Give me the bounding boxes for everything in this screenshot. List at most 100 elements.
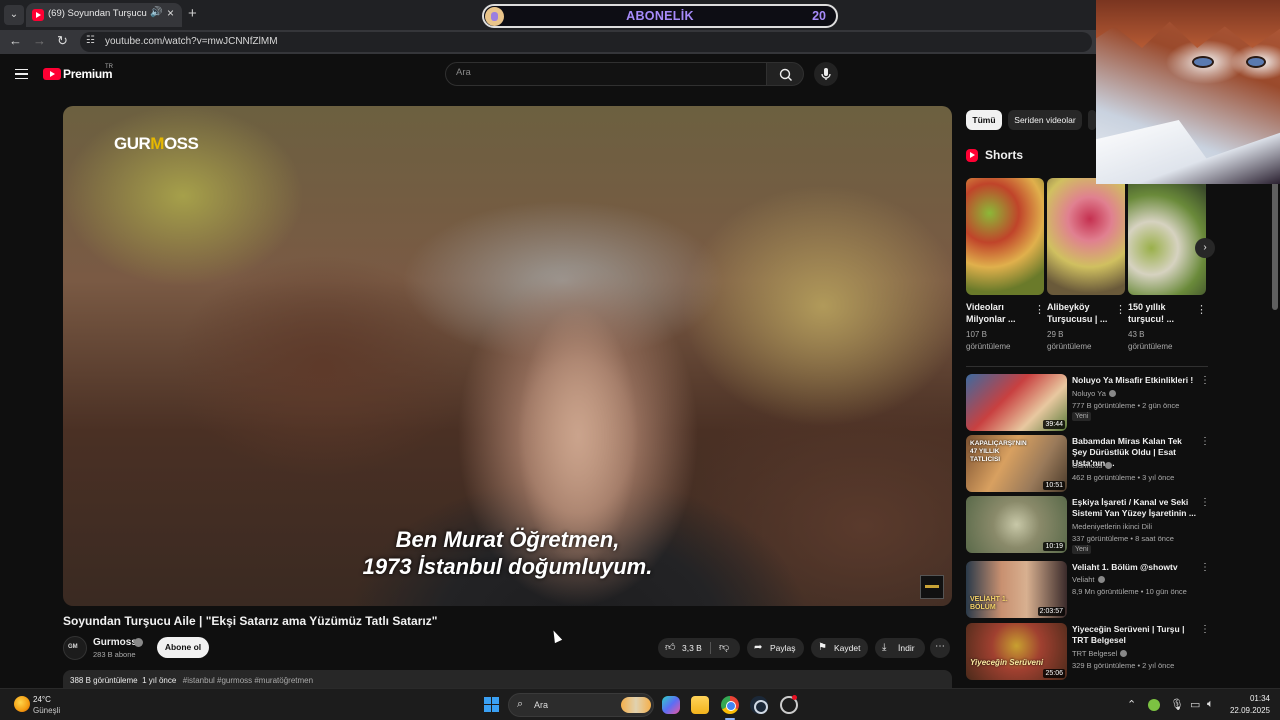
short-thumbnail[interactable] bbox=[1047, 178, 1125, 295]
video-title[interactable]: Yiyeceğin Serüveni | Turşu | TRT Belgese… bbox=[1072, 624, 1198, 646]
channel-name[interactable]: Noluyo Ya bbox=[1072, 389, 1116, 398]
search-input[interactable] bbox=[456, 67, 756, 78]
list-item[interactable]: Yiyeceğin Serüveni 25:06 Yiyeceğin Serüv… bbox=[966, 623, 1210, 681]
list-item[interactable]: 10:19 Eşkiya İşareti / Kanal ve Seki Sis… bbox=[966, 496, 1210, 554]
like-count[interactable]: 3,3 B bbox=[682, 638, 702, 658]
chip-all[interactable]: Tümü bbox=[966, 110, 1002, 130]
video-title[interactable]: Noluyo Ya Misafir Etkinlikleri ! bbox=[1072, 375, 1198, 386]
weather-temperature[interactable]: 24°C bbox=[33, 695, 51, 704]
more-vertical-icon[interactable]: ⋮ bbox=[1196, 303, 1207, 316]
subscribe-button[interactable]: Abone ol bbox=[157, 637, 209, 658]
clock-time[interactable]: 01:34 bbox=[1228, 694, 1270, 703]
logo-region: TR bbox=[105, 64, 113, 70]
more-vertical-icon[interactable]: ⋮ bbox=[1200, 436, 1210, 447]
short-card[interactable]: Alibeyköy Turşucusu | ... 29 B görüntüle… bbox=[1047, 178, 1126, 353]
video-thumbnail[interactable]: 10:19 bbox=[966, 496, 1067, 553]
steam-icon[interactable] bbox=[750, 696, 768, 714]
channel-name[interactable]: Medeniyetlerin ikinci Dili bbox=[1072, 522, 1152, 531]
microphone-icon[interactable]: 🎙︎ bbox=[1170, 698, 1184, 711]
short-views: 29 B görüntüleme bbox=[1047, 330, 1092, 351]
more-vertical-icon[interactable]: ⋮ bbox=[1200, 497, 1210, 508]
video-thumbnail[interactable]: 39:44 bbox=[966, 374, 1067, 431]
video-title[interactable]: Veliaht 1. Bölüm @showtv bbox=[1072, 562, 1198, 573]
short-title[interactable]: 150 yıllık turşucu! ... bbox=[1128, 301, 1190, 325]
chrome-icon[interactable] bbox=[721, 696, 739, 714]
more-vertical-icon[interactable]: ⋮ bbox=[1200, 624, 1210, 635]
short-title[interactable]: Alibeyköy Turşucusu | ... bbox=[1047, 301, 1109, 325]
tab-search-menu-button[interactable]: ⌄ bbox=[4, 5, 24, 25]
search-box[interactable] bbox=[445, 62, 767, 86]
browser-tab[interactable]: (69) Soyundan Turşucu Aile | "Ekşi Satar… bbox=[26, 3, 182, 27]
overlay-count: 20 bbox=[812, 9, 826, 23]
short-card[interactable]: 150 yıllık turşucu! ... 43 B görüntüleme… bbox=[1128, 178, 1207, 353]
youtube-logo-icon[interactable] bbox=[43, 68, 61, 80]
channel-name[interactable]: Veliaht bbox=[1072, 575, 1105, 584]
video-meta: 462 B görüntüleme • 3 yıl önce bbox=[1072, 473, 1175, 482]
channel-subscriber-count: 283 B abone bbox=[93, 650, 136, 659]
more-vertical-icon[interactable]: ⋮ bbox=[1200, 562, 1210, 573]
channel-name[interactable]: Gurmoss bbox=[1072, 461, 1113, 470]
back-arrow-icon[interactable]: ← bbox=[9, 33, 22, 48]
shorts-next-button[interactable]: › bbox=[1195, 238, 1215, 258]
more-actions-button[interactable]: ⋯ bbox=[930, 638, 950, 658]
share-label: Paylaş bbox=[770, 643, 796, 653]
short-card[interactable]: Videoları Milyonlar ... 107 B görüntülem… bbox=[966, 178, 1045, 353]
short-thumbnail[interactable] bbox=[966, 178, 1044, 295]
more-vertical-icon[interactable]: ⋮ bbox=[1200, 375, 1210, 386]
short-thumbnail[interactable] bbox=[1128, 178, 1206, 295]
chevron-up-icon[interactable]: ⌃ bbox=[1127, 698, 1136, 711]
short-title[interactable]: Videoları Milyonlar ... bbox=[966, 301, 1028, 325]
video-player[interactable]: GURMOSS Ben Murat Öğretmen, 1973 İstanbu… bbox=[63, 106, 952, 606]
verified-check-icon bbox=[1105, 462, 1113, 469]
forward-arrow-icon[interactable]: → bbox=[33, 33, 46, 48]
reload-icon[interactable]: ↻ bbox=[57, 33, 68, 49]
channel-name[interactable]: Gurmoss bbox=[93, 637, 137, 648]
video-thumbnail[interactable]: VELİAHT 1. BÖLÜM 2:03:57 bbox=[966, 561, 1067, 618]
branding-watermark-icon[interactable] bbox=[920, 575, 944, 599]
thumbs-down-icon[interactable]: 👎︎ bbox=[719, 638, 729, 658]
character-collar bbox=[1096, 120, 1280, 184]
video-thumbnail[interactable]: KAPALIÇARŞI'NIN 47 YILLIK TATLICISI 10:5… bbox=[966, 435, 1067, 492]
search-highlight-icon bbox=[621, 697, 651, 713]
download-label: İndir bbox=[898, 643, 915, 653]
more-vertical-icon[interactable]: ⋮ bbox=[1115, 303, 1126, 316]
video-thumbnail[interactable]: Yiyeceğin Serüveni 25:06 bbox=[966, 623, 1067, 680]
save-button[interactable]: ⚑ Kaydet bbox=[811, 638, 868, 658]
tray-app-icon[interactable] bbox=[1148, 699, 1160, 711]
weather-sun-icon[interactable] bbox=[14, 696, 30, 712]
thumbs-up-icon[interactable]: 👍︎ bbox=[665, 638, 675, 658]
bookmark-icon: ⚑ bbox=[818, 642, 827, 653]
close-icon[interactable]: × bbox=[167, 6, 174, 20]
hashtags[interactable]: #istanbul #gurmoss #muratöğretmen bbox=[183, 676, 313, 685]
weather-description[interactable]: Güneşli bbox=[33, 706, 60, 715]
list-item[interactable]: 39:44 Noluyo Ya Misafir Etkinlikleri ! N… bbox=[966, 374, 1210, 432]
menu-icon[interactable] bbox=[15, 69, 28, 79]
windows-start-icon[interactable] bbox=[484, 697, 500, 713]
chip-partial[interactable] bbox=[1088, 110, 1096, 130]
list-item[interactable]: KAPALIÇARŞI'NIN 47 YILLIK TATLICISI 10:5… bbox=[966, 435, 1210, 493]
copilot-icon[interactable] bbox=[662, 696, 680, 714]
microphone-icon bbox=[821, 68, 831, 80]
channel-name[interactable]: TRT Belgesel bbox=[1072, 649, 1128, 658]
verified-check-icon bbox=[1097, 576, 1105, 583]
verified-check-icon bbox=[1120, 650, 1128, 657]
chip-series-videos[interactable]: Seriden videolar bbox=[1008, 110, 1082, 130]
clock-date[interactable]: 22.09.2025 bbox=[1222, 706, 1270, 715]
download-button[interactable]: ⤓ İndir bbox=[875, 638, 925, 658]
new-tab-button[interactable]: + bbox=[188, 5, 197, 23]
volume-icon[interactable]: 🔈︎ bbox=[1207, 698, 1214, 711]
channel-avatar[interactable] bbox=[63, 636, 87, 660]
speaker-icon[interactable]: 🔊 bbox=[150, 7, 162, 18]
address-bar[interactable]: ☷ youtube.com/watch?v=mwJCNNfZlMM bbox=[80, 32, 1092, 52]
share-button[interactable]: ➦ Paylaş bbox=[747, 638, 804, 658]
more-vertical-icon[interactable]: ⋮ bbox=[1034, 303, 1045, 316]
network-icon[interactable]: ▭ bbox=[1190, 698, 1200, 711]
list-item[interactable]: VELİAHT 1. BÖLÜM 2:03:57 Veliaht 1. Bölü… bbox=[966, 561, 1210, 619]
video-title[interactable]: Eşkiya İşareti / Kanal ve Seki Sistemi Y… bbox=[1072, 497, 1198, 519]
new-badge: Yeni bbox=[1072, 412, 1092, 421]
voice-search-button[interactable] bbox=[814, 62, 838, 86]
file-explorer-icon[interactable] bbox=[691, 696, 709, 714]
tune-icon[interactable]: ☷ bbox=[86, 35, 95, 46]
taskbar-search[interactable]: ⌕ Ara bbox=[508, 693, 654, 717]
search-button[interactable] bbox=[766, 62, 804, 86]
